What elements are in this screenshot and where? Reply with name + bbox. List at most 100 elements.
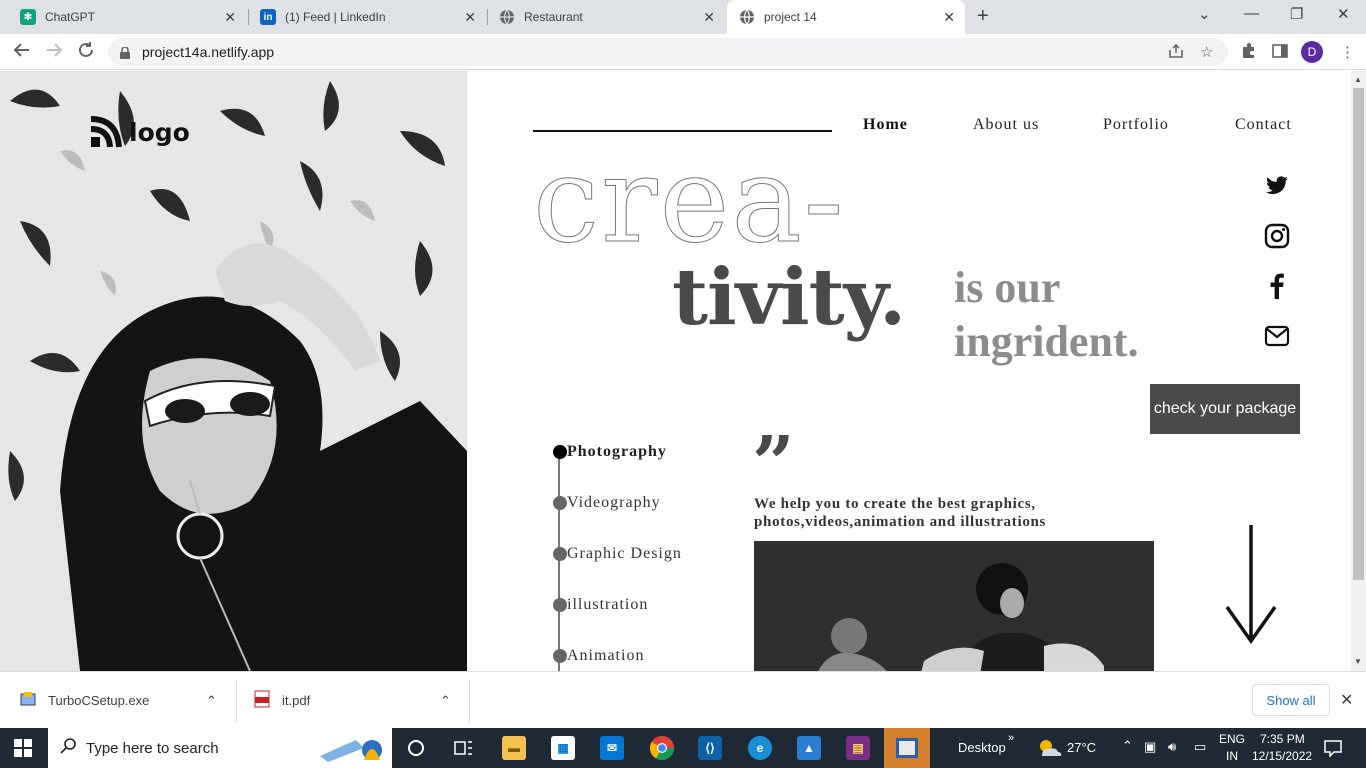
tab-search-chevron-icon[interactable]: ⌄ bbox=[1198, 5, 1211, 23]
tab-title: ChatGPT bbox=[45, 10, 96, 24]
url-text: project14a.netlify.app bbox=[142, 44, 275, 60]
windows-taskbar: Type here to search ▬ ▦ ✉ ⟨⟩ e ▲ ▤ Deskt… bbox=[0, 728, 1366, 768]
share-icon[interactable] bbox=[1168, 43, 1184, 63]
tagline-line-2: ingrident. bbox=[954, 316, 1139, 366]
scrollbar-thumb[interactable] bbox=[1353, 88, 1364, 580]
file-explorer-icon[interactable]: ▬ bbox=[502, 736, 526, 760]
close-downloads-icon[interactable]: ✕ bbox=[1340, 690, 1353, 710]
installer-icon bbox=[20, 691, 36, 710]
nav-home-link[interactable]: Home bbox=[863, 116, 908, 134]
clock-date[interactable]: 12/15/2022 bbox=[1252, 749, 1312, 763]
service-graphic-design[interactable]: Graphic Design bbox=[553, 544, 682, 564]
headline-outline: crea- bbox=[533, 131, 846, 269]
timeline-dot bbox=[553, 445, 567, 459]
lock-icon[interactable] bbox=[120, 46, 130, 59]
back-button[interactable] bbox=[13, 41, 31, 64]
tab-linkedin[interactable]: in (1) Feed | LinkedIn ✕ bbox=[248, 0, 486, 34]
close-tab-icon[interactable]: ✕ bbox=[703, 9, 715, 26]
tab-chatgpt[interactable]: ✻ ChatGPT ✕ bbox=[8, 0, 246, 34]
notification-icon[interactable] bbox=[1324, 739, 1342, 762]
service-videography[interactable]: Videography bbox=[553, 493, 661, 513]
forward-button[interactable] bbox=[45, 41, 63, 64]
chevron-up-icon[interactable]: ⌃ bbox=[440, 693, 451, 709]
app-window-icon bbox=[896, 738, 918, 758]
show-hidden-icons-chevron-icon[interactable]: ⌃ bbox=[1122, 738, 1133, 754]
pdf-icon bbox=[254, 690, 270, 711]
chevron-up-icon[interactable]: ⌃ bbox=[206, 693, 217, 709]
cortana-icon[interactable] bbox=[407, 739, 425, 762]
weather-icon[interactable] bbox=[1036, 738, 1062, 763]
chevron-right-icon[interactable]: » bbox=[1008, 732, 1014, 744]
address-bar[interactable]: project14a.netlify.app bbox=[108, 38, 1228, 66]
service-animation[interactable]: Animation bbox=[553, 646, 644, 666]
check-package-button[interactable]: check your package bbox=[1150, 384, 1300, 434]
chrome-icon[interactable] bbox=[650, 736, 674, 760]
instagram-icon[interactable] bbox=[1264, 223, 1290, 249]
mail-icon[interactable] bbox=[1264, 323, 1290, 349]
active-app-highlight[interactable] bbox=[884, 728, 930, 768]
language-line-2[interactable]: IN bbox=[1226, 749, 1238, 763]
facebook-icon[interactable] bbox=[1264, 273, 1290, 299]
microsoft-store-icon[interactable]: ▦ bbox=[551, 736, 575, 760]
twitter-icon[interactable] bbox=[1264, 174, 1290, 200]
photos-icon[interactable]: ▲ bbox=[797, 736, 821, 760]
volume-icon[interactable]: 🔊︎ bbox=[1168, 739, 1176, 755]
globe-icon bbox=[499, 9, 515, 25]
tab-title: project 14 bbox=[764, 10, 817, 24]
network-icon[interactable]: ▣ bbox=[1144, 739, 1156, 755]
desktop-toolbar-label[interactable]: Desktop bbox=[958, 740, 1006, 755]
tab-project-14[interactable]: project 14 ✕ bbox=[727, 0, 965, 34]
page-scrollbar[interactable]: ▲ ▼ bbox=[1351, 71, 1366, 671]
rss-logo-icon bbox=[90, 116, 122, 148]
taskbar-search-box[interactable]: Type here to search bbox=[48, 728, 392, 768]
reload-button[interactable] bbox=[77, 41, 95, 64]
vscode-icon[interactable]: ⟨⟩ bbox=[698, 736, 722, 760]
search-highlight-icon[interactable] bbox=[316, 734, 388, 766]
service-label: illustration bbox=[567, 596, 649, 613]
extensions-icon[interactable] bbox=[1240, 43, 1256, 63]
service-label: Graphic Design bbox=[567, 545, 682, 562]
menu-kebab-icon[interactable]: ⋮ bbox=[1340, 43, 1355, 61]
scroll-up-arrow-icon[interactable]: ▲ bbox=[1354, 75, 1362, 84]
download-item-turboc[interactable]: TurboCSetup.exe ⌃ bbox=[20, 672, 230, 729]
close-window-button[interactable]: ✕ bbox=[1337, 5, 1350, 23]
winrar-icon[interactable]: ▤ bbox=[846, 736, 870, 760]
service-label: Animation bbox=[567, 647, 645, 664]
edge-icon[interactable]: e bbox=[748, 736, 772, 760]
show-all-downloads-button[interactable]: Show all bbox=[1252, 684, 1330, 716]
site-logo[interactable]: logo bbox=[89, 115, 190, 149]
clock-time[interactable]: 7:35 PM bbox=[1260, 732, 1305, 746]
close-tab-icon[interactable]: ✕ bbox=[464, 9, 476, 26]
tagline: is our ingrident. bbox=[954, 261, 1194, 368]
new-tab-button[interactable]: + bbox=[977, 5, 989, 28]
close-tab-icon[interactable]: ✕ bbox=[224, 9, 236, 26]
minimize-button[interactable]: — bbox=[1244, 5, 1259, 22]
maximize-button[interactable]: ❐ bbox=[1290, 5, 1303, 23]
mail-app-icon[interactable]: ✉ bbox=[600, 736, 624, 760]
page-viewport: logo Home About us Portfolio Contact cre… bbox=[0, 71, 1366, 671]
scroll-down-small-icon[interactable]: ▼ bbox=[1354, 657, 1362, 666]
tab-title: (1) Feed | LinkedIn bbox=[285, 10, 386, 24]
battery-icon[interactable]: ▭ bbox=[1194, 739, 1206, 755]
weather-temperature[interactable]: 27°C bbox=[1067, 740, 1096, 755]
nav-portfolio-link[interactable]: Portfolio bbox=[1103, 116, 1169, 134]
tab-restaurant[interactable]: Restaurant ✕ bbox=[487, 0, 725, 34]
nav-about-link[interactable]: About us bbox=[973, 116, 1039, 134]
language-line-1[interactable]: ENG bbox=[1219, 732, 1245, 746]
side-panel-icon[interactable] bbox=[1272, 43, 1288, 63]
download-divider bbox=[236, 680, 237, 722]
download-item-pdf[interactable]: it.pdf ⌃ bbox=[254, 672, 464, 729]
windows-start-icon[interactable] bbox=[14, 739, 32, 762]
linkedin-icon: in bbox=[260, 9, 276, 25]
scroll-down-arrow-icon[interactable] bbox=[1224, 523, 1278, 645]
nav-contact-link[interactable]: Contact bbox=[1235, 116, 1292, 134]
service-photography[interactable]: Photography bbox=[553, 442, 667, 462]
close-tab-icon[interactable]: ✕ bbox=[943, 9, 955, 26]
profile-avatar[interactable]: D bbox=[1301, 41, 1323, 63]
tab-title: Restaurant bbox=[524, 10, 583, 24]
task-view-icon[interactable] bbox=[454, 739, 474, 762]
chatgpt-icon: ✻ bbox=[20, 9, 36, 25]
bookmark-star-icon[interactable]: ☆ bbox=[1200, 43, 1213, 61]
service-label: Videography bbox=[567, 494, 661, 511]
service-illustration[interactable]: illustration bbox=[553, 595, 648, 615]
